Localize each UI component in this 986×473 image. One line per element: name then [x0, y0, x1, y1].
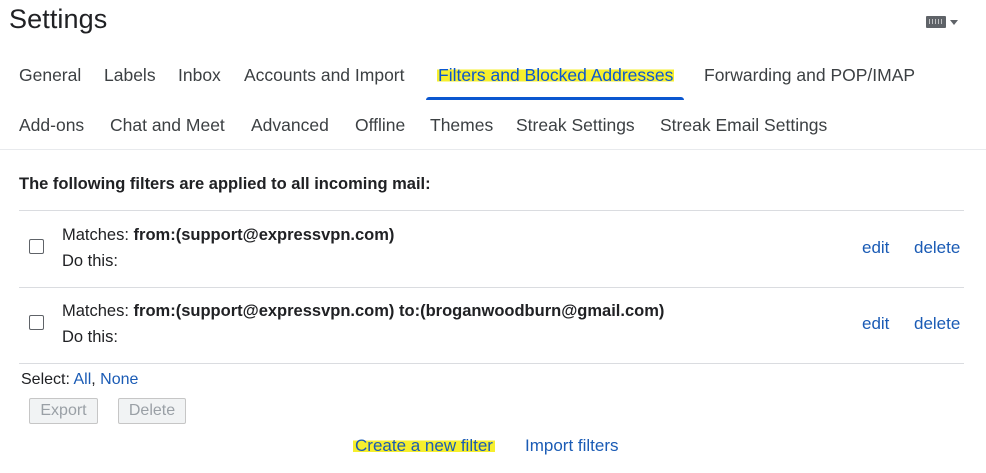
tab-inbox[interactable]: Inbox — [178, 50, 221, 100]
tab-label: Inbox — [178, 65, 221, 85]
tab-general[interactable]: General — [19, 50, 81, 100]
tab-filters-and-blocked-addresses[interactable]: Filters and Blocked Addresses — [425, 50, 685, 100]
filters-heading: The following filters are applied to all… — [19, 175, 431, 193]
export-button[interactable]: Export — [29, 398, 98, 424]
criteria-text: from:(support@expressvpn.com) to:(brogan… — [133, 302, 665, 320]
select-separator: , — [91, 371, 96, 388]
tab-chat-and-meet[interactable]: Chat and Meet — [110, 100, 225, 150]
settings-tabs-row-2: Add-ons Chat and Meet Advanced Offline T… — [0, 100, 986, 150]
tab-label: General — [19, 65, 82, 85]
edit-filter-link[interactable]: edit — [862, 238, 889, 258]
divider — [19, 363, 964, 364]
tab-label: Add-ons — [19, 115, 85, 135]
delete-filter-link[interactable]: delete — [914, 314, 960, 334]
filter-criteria: Matches: from:(support@expressvpn.com) — [62, 226, 394, 245]
tab-offline[interactable]: Offline — [355, 100, 405, 150]
matches-label: Matches: — [62, 302, 129, 320]
tab-label: Streak Settings — [516, 115, 635, 135]
tab-accounts-and-import[interactable]: Accounts and Import — [244, 50, 405, 100]
tab-label: Accounts and Import — [244, 65, 405, 85]
delete-button[interactable]: Delete — [118, 398, 186, 424]
tab-label: Themes — [430, 115, 494, 135]
tab-advanced[interactable]: Advanced — [251, 100, 329, 150]
tab-label: Labels — [104, 65, 156, 85]
filter-row: Matches: from:(support@expressvpn.com) t… — [19, 287, 964, 363]
tab-streak-settings[interactable]: Streak Settings — [516, 100, 635, 150]
filter-row: Matches: from:(support@expressvpn.com) D… — [19, 211, 964, 287]
chevron-down-icon — [950, 19, 958, 25]
select-label: Select: — [21, 371, 70, 388]
tab-add-ons[interactable]: Add-ons — [19, 100, 84, 150]
import-filters-link[interactable]: Import filters — [525, 436, 619, 456]
page-title: Settings — [9, 4, 108, 34]
tab-label: Advanced — [251, 115, 329, 135]
tab-forwarding-and-pop-imap[interactable]: Forwarding and POP/IMAP — [704, 50, 915, 100]
tab-label: Offline — [355, 115, 406, 135]
criteria-text: from:(support@expressvpn.com) — [133, 226, 395, 244]
tab-label: Filters and Blocked Addresses — [437, 65, 675, 85]
select-all-link[interactable]: All — [73, 371, 91, 388]
create-new-filter-link[interactable]: Create a new filter — [353, 436, 495, 456]
filter-checkbox[interactable] — [29, 315, 44, 330]
tab-streak-email-settings[interactable]: Streak Email Settings — [660, 100, 827, 150]
select-none-link[interactable]: None — [100, 371, 138, 388]
tab-themes[interactable]: Themes — [430, 100, 493, 150]
tab-label: Forwarding and POP/IMAP — [704, 65, 916, 85]
select-controls: Select: All, None — [21, 371, 138, 389]
edit-filter-link[interactable]: edit — [862, 314, 889, 334]
filter-action-label: Do this: — [62, 252, 118, 270]
tab-labels[interactable]: Labels — [104, 50, 156, 100]
keyboard-icon — [926, 16, 946, 28]
matches-label: Matches: — [62, 226, 129, 244]
tab-label: Chat and Meet — [110, 115, 225, 135]
settings-tabs-row-1: General Labels Inbox Accounts and Import… — [0, 50, 986, 100]
delete-filter-link[interactable]: delete — [914, 238, 960, 258]
filter-action-label: Do this: — [62, 328, 118, 346]
input-tools-toggle[interactable] — [926, 13, 968, 31]
tab-label: Streak Email Settings — [660, 115, 828, 135]
filter-checkbox[interactable] — [29, 239, 44, 254]
create-new-filter-label: Create a new filter — [353, 436, 495, 455]
filter-criteria: Matches: from:(support@expressvpn.com) t… — [62, 302, 664, 321]
